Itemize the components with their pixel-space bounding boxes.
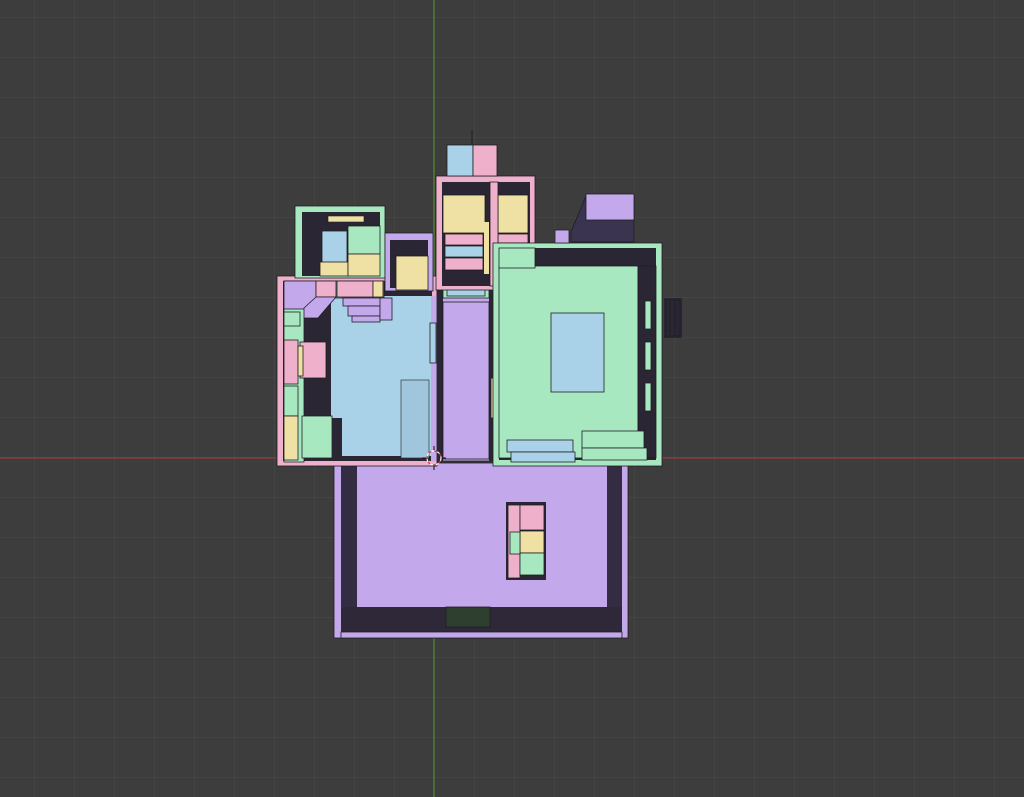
east-room-bed[interactable] — [506, 439, 576, 463]
viewport-canvas[interactable] — [0, 0, 1024, 797]
northwest-bath[interactable] — [294, 205, 386, 279]
east-room-bench[interactable] — [581, 430, 648, 461]
3d-viewport[interactable] — [0, 0, 1024, 797]
closet-west[interactable] — [384, 232, 434, 292]
east-room-rug[interactable] — [550, 312, 605, 393]
sofa-object[interactable] — [506, 502, 546, 580]
ac-unit-object[interactable] — [664, 298, 682, 338]
east-room-windows[interactable] — [644, 300, 652, 412]
south-living-room[interactable] — [333, 462, 629, 639]
south-door[interactable] — [445, 606, 491, 628]
central-hallway[interactable] — [429, 289, 498, 462]
